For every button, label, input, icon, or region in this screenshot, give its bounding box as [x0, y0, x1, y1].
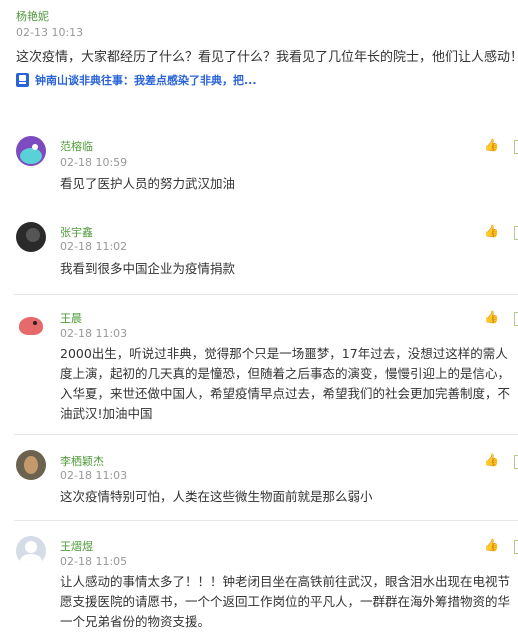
comment-author[interactable]: 王熠煜 — [60, 538, 93, 554]
post-content: 这次疫情，大家都经历了什么？看见了什么？我看见了几位年长的院士，他们让人感动！ — [16, 50, 518, 65]
comment-item: 李栖颖杰 02-18 11:03 这次疫情特别可怕，人类在这些微生物面前就是那么… — [0, 434, 518, 520]
comment-time: 02-18 11:02 — [60, 240, 128, 253]
reply-icon[interactable] — [514, 455, 518, 469]
article-link-text[interactable]: 钟南山谈非典往事：我差点感染了非典，把... — [35, 72, 257, 88]
comment-text: 让人感动的事情太多了！！！钟老闭目坐在高铁前往武汉，眼含泪水出现在电视节 愿支援… — [60, 574, 511, 629]
comment-author[interactable]: 王晨 — [60, 310, 82, 326]
divider — [14, 434, 518, 435]
bird-avatar-icon[interactable] — [16, 308, 46, 338]
monster-avatar-icon[interactable] — [16, 136, 46, 166]
comment-time: 02-18 10:59 — [60, 156, 128, 169]
article-link[interactable]: 钟南山谈非典往事：我差点感染了非典，把... — [16, 72, 257, 88]
reply-icon[interactable] — [514, 226, 518, 240]
divider — [14, 294, 518, 295]
like-icon[interactable]: 👍 — [484, 538, 499, 552]
reply-icon[interactable] — [514, 312, 518, 326]
like-icon[interactable]: 👍 — [484, 138, 499, 152]
comment-time: 02-18 11:03 — [60, 327, 128, 340]
default-avatar-icon[interactable] — [16, 536, 46, 566]
comment-item: 王晨 02-18 11:03 2000出生，听说过非典，觉得那个只是一场噩梦，1… — [0, 294, 518, 434]
comment-item: 张宇鑫 02-18 11:02 我看到很多中国企业为疫情捐款 👍 — [0, 212, 518, 294]
comment-author[interactable]: 范榕临 — [60, 138, 93, 154]
comment-text: 看见了医护人员的努力武汉加油 — [60, 176, 236, 191]
comment-time: 02-18 11:03 — [60, 469, 128, 482]
like-icon[interactable]: 👍 — [484, 310, 499, 324]
comment-author[interactable]: 李栖颖杰 — [60, 453, 104, 469]
like-icon[interactable]: 👍 — [484, 224, 499, 238]
comment-text: 我看到很多中国企业为疫情捐款 — [60, 261, 236, 276]
comment-item: 范榕临 02-18 10:59 看见了医护人员的努力武汉加油 👍 — [0, 130, 518, 212]
divider — [14, 520, 518, 521]
comment-author[interactable]: 张宇鑫 — [60, 224, 93, 240]
face-avatar-icon[interactable] — [16, 450, 46, 480]
original-post: 杨艳妮 02-13 10:13 这次疫情，大家都经历了什么？看见了什么？我看见了… — [0, 0, 518, 100]
like-icon[interactable]: 👍 — [484, 453, 499, 467]
reply-icon[interactable] — [514, 140, 518, 154]
comment-item: 王熠煜 02-18 11:05 让人感动的事情太多了！！！钟老闭目坐在高铁前往武… — [0, 520, 518, 643]
dark-avatar-icon[interactable] — [16, 222, 46, 252]
article-icon — [16, 73, 29, 87]
comment-time: 02-18 11:05 — [60, 555, 128, 568]
comment-text: 这次疫情特别可怕，人类在这些微生物面前就是那么弱小 — [60, 489, 373, 504]
comment-text: 2000出生，听说过非典，觉得那个只是一场噩梦，17年过去，没想过这样的需人 度… — [60, 346, 511, 421]
post-author[interactable]: 杨艳妮 — [16, 8, 49, 24]
reply-icon[interactable] — [514, 540, 518, 554]
post-time: 02-13 10:13 — [16, 26, 84, 39]
